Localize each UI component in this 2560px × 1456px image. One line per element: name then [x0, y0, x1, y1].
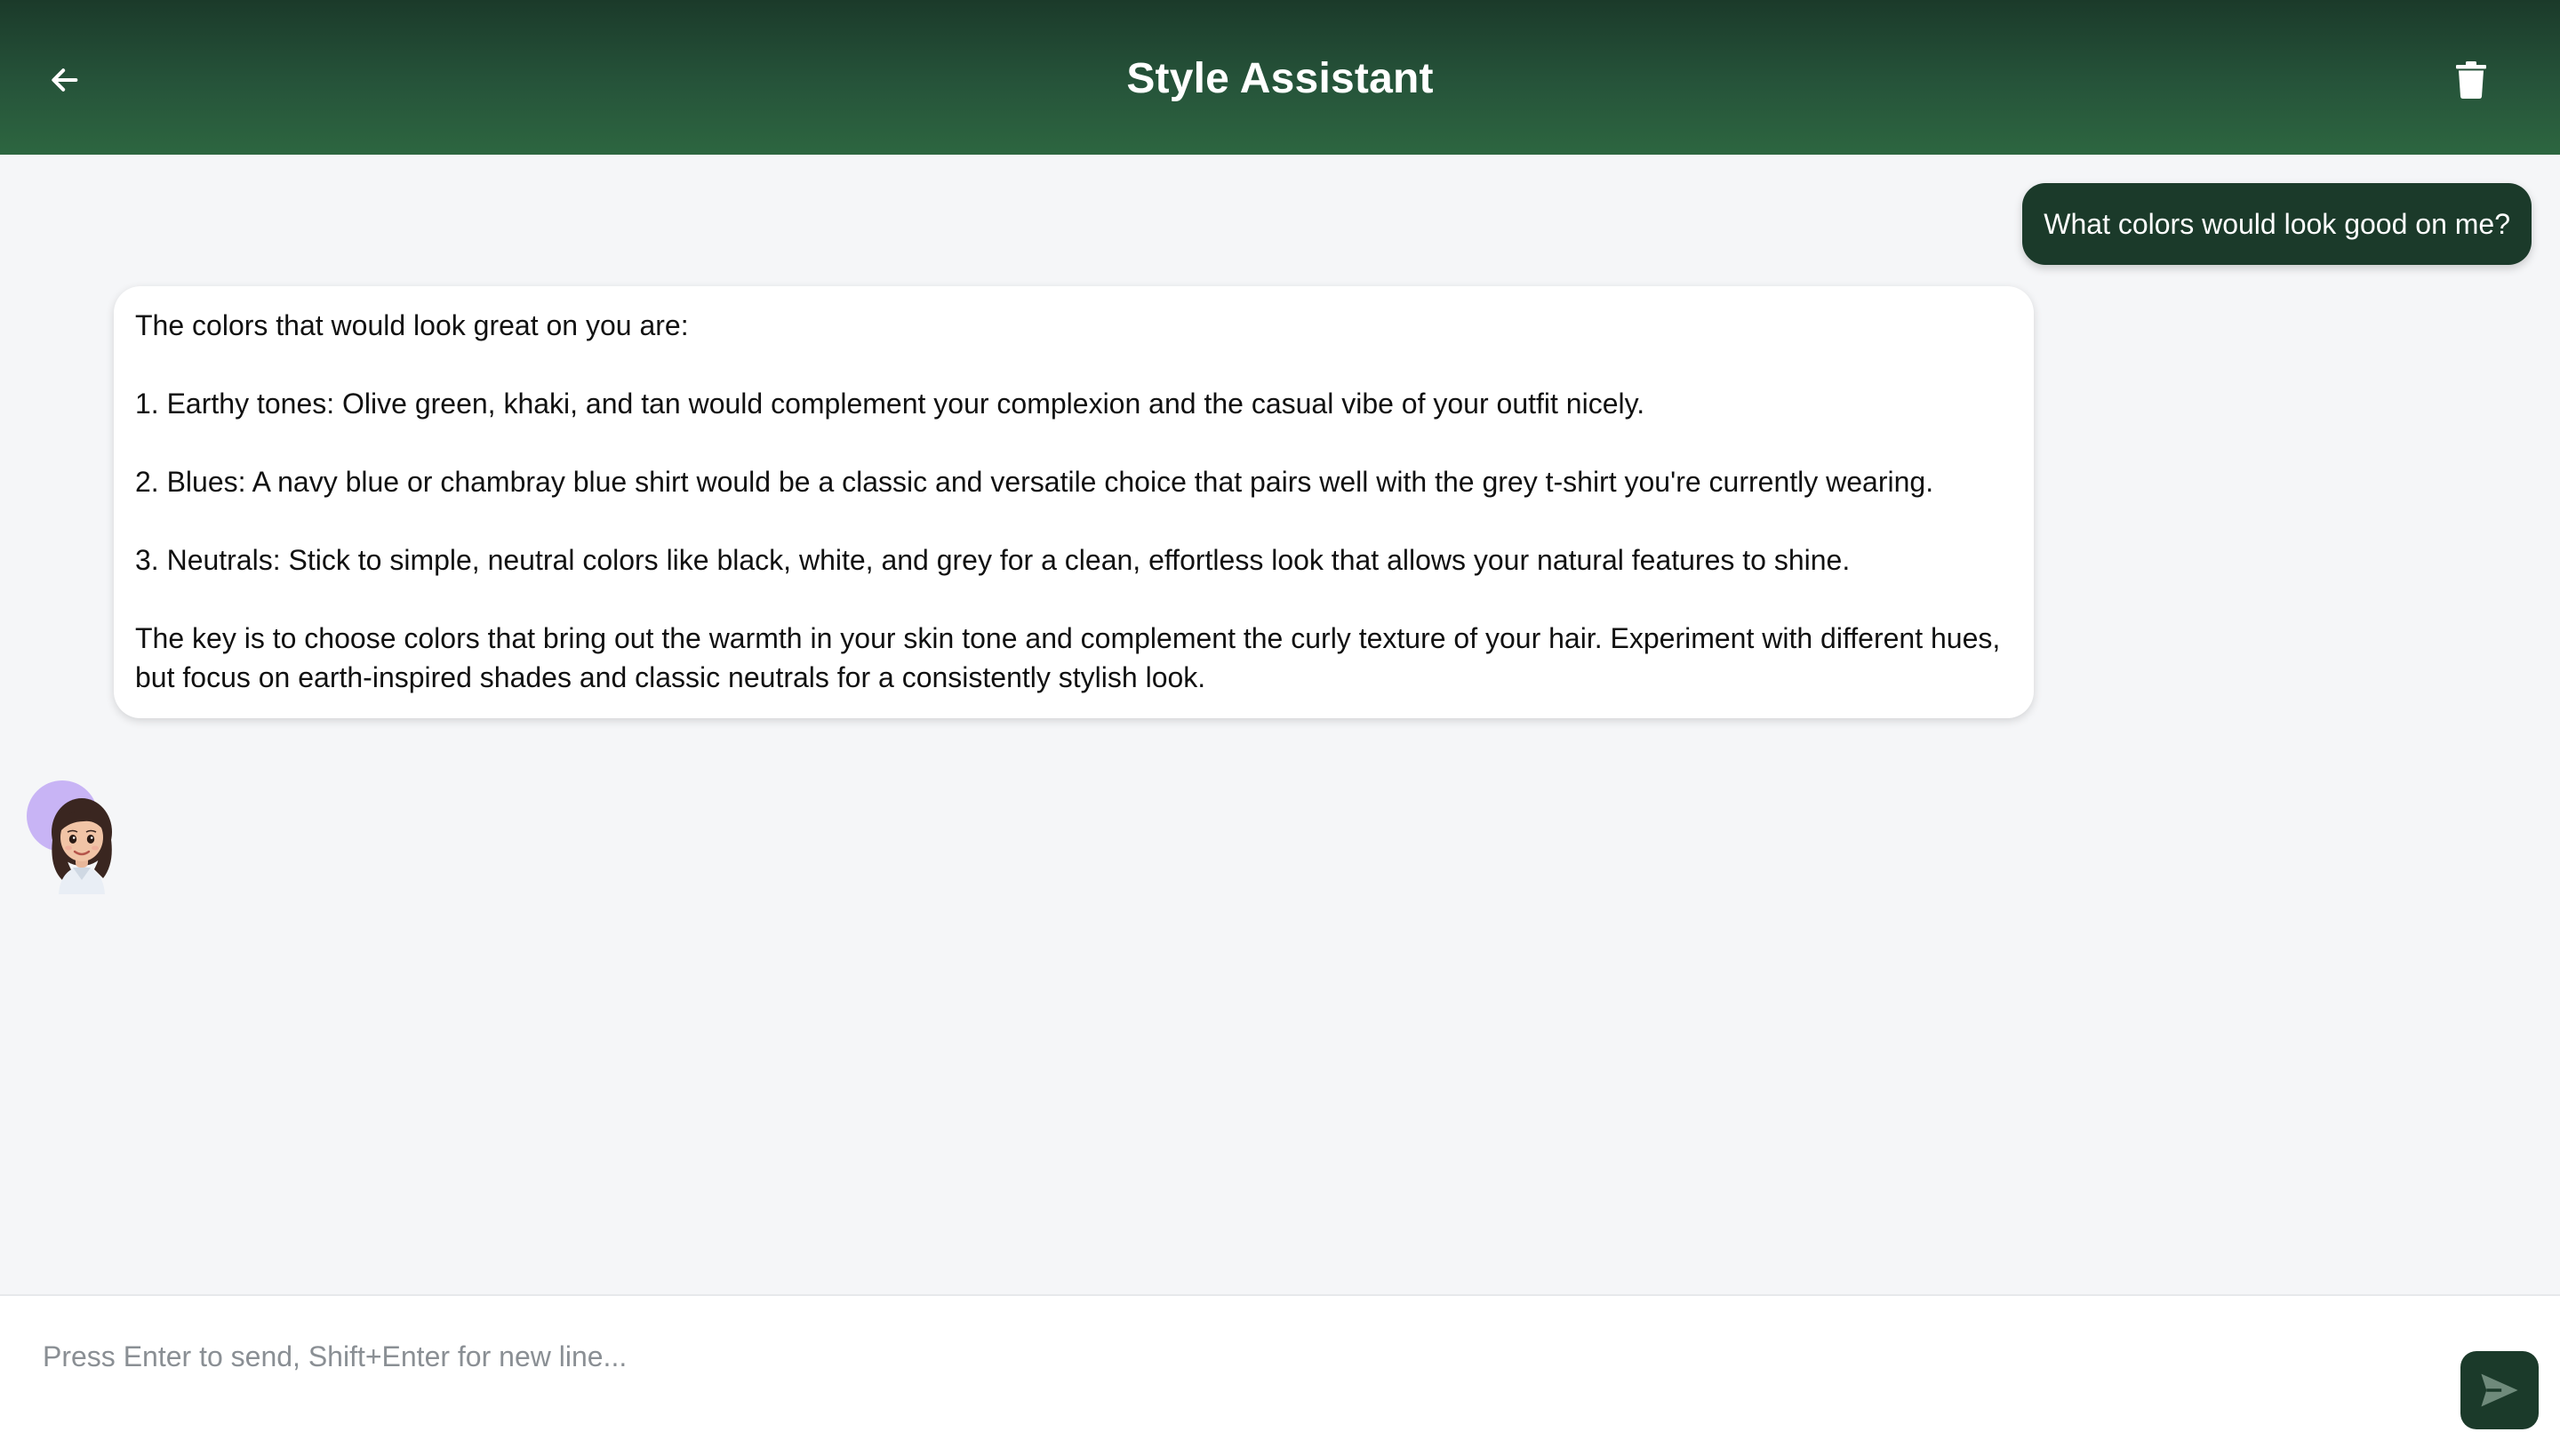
back-button[interactable]	[39, 55, 89, 105]
assistant-message-paragraph: 1. Earthy tones: Olive green, khaki, and…	[135, 388, 1645, 420]
send-button[interactable]	[2460, 1351, 2539, 1429]
app-header: Style Assistant	[0, 0, 2560, 155]
trash-icon	[2456, 61, 2486, 99]
send-icon	[2481, 1373, 2518, 1407]
clear-chat-button[interactable]	[2446, 55, 2496, 105]
chat-thread[interactable]: What colors would look good on me? The c…	[0, 155, 2560, 1294]
assistant-message-row: The colors that would look great on you …	[27, 286, 2036, 908]
assistant-avatar	[27, 780, 124, 894]
arrow-left-icon	[52, 68, 78, 92]
assistant-message-paragraph: The colors that would look great on you …	[135, 309, 689, 341]
assistant-message-paragraph: 2. Blues: A navy blue or chambray blue s…	[135, 466, 1934, 498]
page-title: Style Assistant	[1126, 54, 1434, 102]
user-message-bubble: What colors would look good on me?	[2022, 183, 2532, 265]
assistant-message-bubble: The colors that would look great on you …	[114, 286, 2034, 718]
assistant-message-paragraph: The key is to choose colors that bring o…	[135, 622, 2001, 693]
chat-app: Style Assistant What colors would look g…	[0, 0, 2560, 1456]
assistant-message-paragraph: 3. Neutrals: Stick to simple, neutral co…	[135, 544, 1851, 576]
message-composer	[0, 1294, 2560, 1456]
message-input[interactable]	[43, 1330, 2425, 1383]
